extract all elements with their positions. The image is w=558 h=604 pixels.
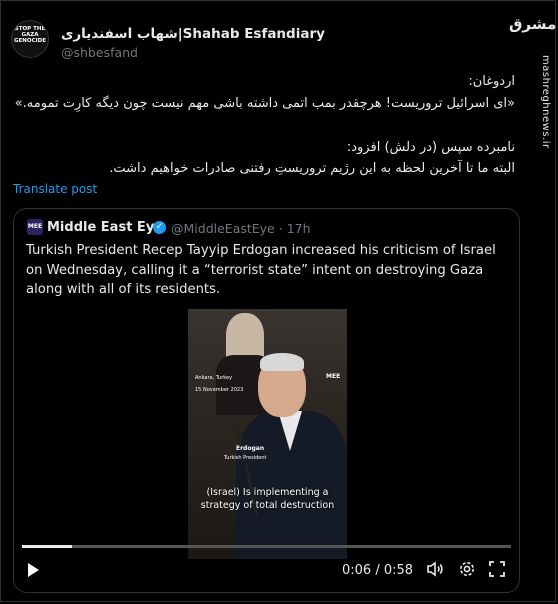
play-icon[interactable] <box>28 563 39 577</box>
duration: 0:58 <box>383 563 414 578</box>
quote-text: Turkish President Recep Tayyip Erdogan i… <box>26 243 496 297</box>
quote-handle[interactable]: @MiddleEastEye <box>171 221 275 236</box>
avatar[interactable]: STOP THE GAZA GENOCIDE <box>11 20 49 58</box>
video-frame[interactable]: Ankara, Turkey 15 November 2023 MEE Erdo… <box>188 309 347 559</box>
video-location-label: Ankara, Turkey <box>195 375 233 381</box>
mashregh-logo-icon: مشرق <box>509 15 557 33</box>
quote-author-name[interactable]: Middle East Eye <box>47 220 163 235</box>
translate-post-link[interactable]: Translate post <box>13 182 97 196</box>
background-person <box>226 313 264 361</box>
video-progress-fill <box>22 545 73 548</box>
tweet-line-1: اردوغان: <box>468 74 515 89</box>
fullscreen-icon[interactable] <box>488 560 506 580</box>
video-player[interactable]: Ankara, Turkey 15 November 2023 MEE Erdo… <box>14 309 519 592</box>
time-separator: / <box>375 563 380 578</box>
volume-icon[interactable] <box>426 560 444 580</box>
speaker-hair <box>260 353 304 371</box>
tweet-line-3: نامبرده سپس (در دلش) افزود: <box>346 140 515 155</box>
speaker-title-label: Turkish President <box>224 455 267 461</box>
site-watermark: mashreghnews.ir <box>540 55 551 149</box>
quote-age[interactable]: 17h <box>287 221 311 236</box>
current-time: 0:06 <box>342 563 372 578</box>
tweet-line-4: البته ما تا آخرین لحظه به این رژیم تروری… <box>109 161 515 176</box>
tweet-card: STOP THE GAZA GENOCIDE شهاب اسفندیاری|Sh… <box>0 0 556 602</box>
quote-meta: @MiddleEastEye · 17h <box>171 221 311 236</box>
video-time: 0:06 / 0:58 <box>342 563 413 578</box>
meta-separator: · <box>278 221 283 236</box>
quote-avatar[interactable]: MEE <box>27 219 43 235</box>
mee-video-logo: MEE <box>326 373 341 380</box>
settings-icon[interactable] <box>458 560 476 580</box>
tweet-line-2: «ای اسرائیل تروریست! هرچقدر بمب اتمی داش… <box>14 96 515 111</box>
subtitle-line-1: (Israel) Is implementing a <box>206 487 329 498</box>
quoted-post[interactable]: MEE Middle East Eye ✓ @MiddleEastEye · 1… <box>13 208 520 593</box>
speaker-name-label: Erdogan <box>236 445 265 452</box>
video-progress-bar[interactable] <box>22 545 511 548</box>
avatar-logo-text: STOP THE GAZA GENOCIDE <box>14 26 46 45</box>
video-subtitle: (Israel) Is implementing a strategy of t… <box>188 486 347 512</box>
verified-check-icon: ✓ <box>153 221 166 234</box>
display-name[interactable]: شهاب اسفندیاری|Shahab Esfandiary <box>61 26 325 42</box>
subtitle-line-2: strategy of total destruction <box>200 500 335 511</box>
video-date-label: 15 November 2023 <box>195 387 244 393</box>
user-handle[interactable]: @shbesfand <box>61 45 138 60</box>
